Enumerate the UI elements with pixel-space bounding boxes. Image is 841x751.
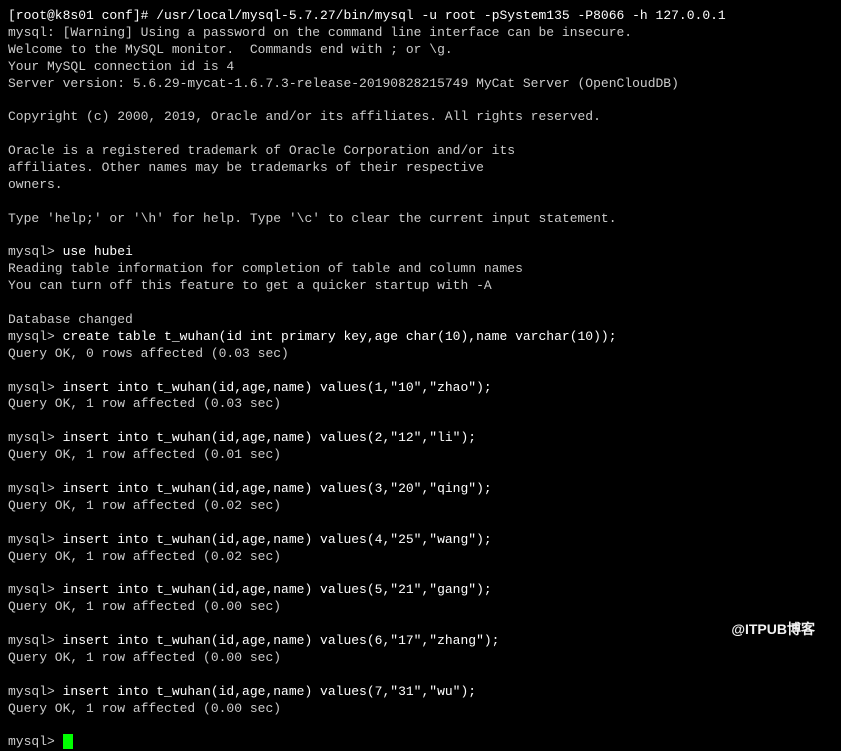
blank-line — [8, 464, 817, 481]
terminal-output: [root@k8s01 conf]# /usr/local/mysql-5.7.… — [8, 8, 817, 751]
mysql-prompt: mysql> — [8, 633, 63, 648]
output-line: You can turn off this feature to get a q… — [8, 278, 817, 295]
output-line: Query OK, 0 rows affected (0.03 sec) — [8, 346, 817, 363]
output-line: Welcome to the MySQL monitor. Commands e… — [8, 42, 817, 59]
output-line: Copyright (c) 2000, 2019, Oracle and/or … — [8, 109, 817, 126]
output-line: Query OK, 1 row affected (0.02 sec) — [8, 549, 817, 566]
mysql-line: mysql> insert into t_wuhan(id,age,name) … — [8, 582, 817, 599]
output-line: Type 'help;' or '\h' for help. Type '\c'… — [8, 211, 817, 228]
blank-line — [8, 413, 817, 430]
output-line: mysql: [Warning] Using a password on the… — [8, 25, 817, 42]
command-text: insert into t_wuhan(id,age,name) values(… — [63, 430, 476, 445]
shell-line: [root@k8s01 conf]# /usr/local/mysql-5.7.… — [8, 8, 817, 25]
mysql-prompt-line[interactable]: mysql> — [8, 734, 817, 751]
mysql-prompt: mysql> — [8, 244, 63, 259]
mysql-line: mysql> create table t_wuhan(id int prima… — [8, 329, 817, 346]
output-line: Query OK, 1 row affected (0.02 sec) — [8, 498, 817, 515]
blank-line — [8, 126, 817, 143]
output-line: owners. — [8, 177, 817, 194]
mysql-prompt: mysql> — [8, 481, 63, 496]
output-line: Query OK, 1 row affected (0.01 sec) — [8, 447, 817, 464]
command-text: insert into t_wuhan(id,age,name) values(… — [63, 582, 492, 597]
blank-line — [8, 616, 817, 633]
mysql-line: mysql> use hubei — [8, 244, 817, 261]
command-text: use hubei — [63, 244, 133, 259]
output-line: Your MySQL connection id is 4 — [8, 59, 817, 76]
mysql-line: mysql> insert into t_wuhan(id,age,name) … — [8, 633, 817, 650]
mysql-prompt: mysql> — [8, 430, 63, 445]
command-text: /usr/local/mysql-5.7.27/bin/mysql -u roo… — [156, 8, 726, 23]
blank-line — [8, 295, 817, 312]
blank-line — [8, 92, 817, 109]
mysql-line: mysql> insert into t_wuhan(id,age,name) … — [8, 532, 817, 549]
command-text: create table t_wuhan(id int primary key,… — [63, 329, 617, 344]
command-text: insert into t_wuhan(id,age,name) values(… — [63, 684, 476, 699]
output-line: Query OK, 1 row affected (0.00 sec) — [8, 650, 817, 667]
blank-line — [8, 228, 817, 245]
blank-line — [8, 717, 817, 734]
mysql-line: mysql> insert into t_wuhan(id,age,name) … — [8, 481, 817, 498]
mysql-prompt: mysql> — [8, 684, 63, 699]
output-line: Database changed — [8, 312, 817, 329]
mysql-prompt: mysql> — [8, 329, 63, 344]
blank-line — [8, 565, 817, 582]
mysql-line: mysql> insert into t_wuhan(id,age,name) … — [8, 684, 817, 701]
command-text: insert into t_wuhan(id,age,name) values(… — [63, 380, 492, 395]
watermark-text: @ITPUB博客 — [731, 620, 815, 638]
mysql-prompt: mysql> — [8, 582, 63, 597]
mysql-line: mysql> insert into t_wuhan(id,age,name) … — [8, 430, 817, 447]
blank-line — [8, 515, 817, 532]
output-line: Query OK, 1 row affected (0.00 sec) — [8, 599, 817, 616]
mysql-prompt: mysql> — [8, 532, 63, 547]
blank-line — [8, 194, 817, 211]
mysql-prompt: mysql> — [8, 380, 63, 395]
cursor-icon — [63, 734, 73, 749]
output-line: Oracle is a registered trademark of Orac… — [8, 143, 817, 160]
output-line: Server version: 5.6.29-mycat-1.6.7.3-rel… — [8, 76, 817, 93]
mysql-prompt: mysql> — [8, 734, 63, 749]
command-text: insert into t_wuhan(id,age,name) values(… — [63, 633, 500, 648]
output-line: Query OK, 1 row affected (0.03 sec) — [8, 396, 817, 413]
blank-line — [8, 363, 817, 380]
command-text: insert into t_wuhan(id,age,name) values(… — [63, 481, 492, 496]
output-line: affiliates. Other names may be trademark… — [8, 160, 817, 177]
shell-prompt: [root@k8s01 conf]# — [8, 8, 156, 23]
blank-line — [8, 667, 817, 684]
output-line: Reading table information for completion… — [8, 261, 817, 278]
output-line: Query OK, 1 row affected (0.00 sec) — [8, 701, 817, 718]
mysql-line: mysql> insert into t_wuhan(id,age,name) … — [8, 380, 817, 397]
command-text: insert into t_wuhan(id,age,name) values(… — [63, 532, 492, 547]
